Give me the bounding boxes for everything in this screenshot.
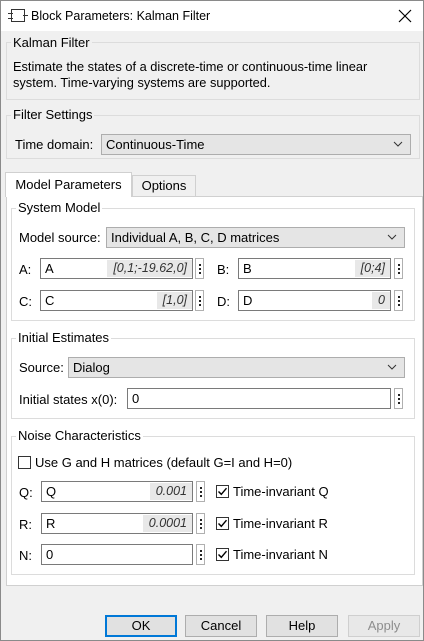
time-invariant-r-checkbox[interactable]: [216, 517, 229, 530]
source-label: Source:: [19, 360, 64, 375]
d-current-value: 0: [372, 292, 390, 309]
cancel-button[interactable]: Cancel: [185, 615, 257, 637]
window-title: Block Parameters: Kalman Filter: [31, 9, 211, 23]
r-label: R:: [19, 517, 32, 532]
b-matrix-field[interactable]: B [0;4]: [238, 258, 391, 279]
apply-button[interactable]: Apply: [348, 615, 420, 637]
time-domain-select[interactable]: Continuous-Time: [101, 134, 411, 155]
b-label: B:: [217, 262, 230, 277]
n-label: N:: [19, 548, 32, 563]
use-gh-checkbox[interactable]: [18, 456, 31, 469]
time-invariant-q-label: Time-invariant Q: [233, 484, 329, 499]
use-gh-label: Use G and H matrices (default G=I and H=…: [35, 455, 293, 470]
time-domain-label: Time domain:: [15, 137, 94, 152]
c-more-button[interactable]: [195, 290, 204, 311]
chevron-down-icon: [387, 234, 397, 240]
block-name-label: Kalman Filter: [11, 35, 92, 50]
time-domain-value: Continuous-Time: [106, 137, 205, 152]
checkmark-icon: [218, 519, 228, 528]
ok-button[interactable]: OK: [105, 615, 177, 637]
c-label: C:: [19, 294, 32, 309]
model-source-value: Individual A, B, C, D matrices: [111, 230, 280, 245]
tab-model-parameters[interactable]: Model Parameters: [5, 172, 132, 197]
chevron-down-icon: [387, 364, 397, 370]
time-invariant-q-checkbox[interactable]: [216, 485, 229, 498]
a-matrix-field[interactable]: A [0,1;-19.62,0]: [40, 258, 193, 279]
n-more-button[interactable]: [196, 544, 205, 565]
initial-source-select[interactable]: Dialog: [68, 357, 405, 378]
chevron-down-icon: [393, 141, 403, 147]
simulink-block-icon: [8, 9, 28, 22]
r-more-button[interactable]: [196, 513, 205, 534]
d-matrix-field[interactable]: D 0: [238, 290, 391, 311]
time-invariant-r-label: Time-invariant R: [233, 516, 328, 531]
time-invariant-n-label: Time-invariant N: [233, 547, 328, 562]
noise-characteristics-label: Noise Characteristics: [16, 428, 143, 443]
checkmark-icon: [218, 487, 228, 496]
time-invariant-n-checkbox[interactable]: [216, 548, 229, 561]
q-current-value: 0.001: [149, 483, 192, 500]
c-current-value: [1,0]: [156, 292, 192, 309]
close-icon[interactable]: [393, 4, 417, 28]
r-current-value: 0.0001: [142, 515, 192, 532]
model-source-label: Model source:: [19, 230, 101, 245]
d-label: D:: [217, 294, 230, 309]
q-field[interactable]: Q 0.001: [41, 481, 193, 502]
q-label: Q:: [19, 485, 33, 500]
tab-options[interactable]: Options: [132, 175, 196, 196]
a-more-button[interactable]: [195, 258, 204, 279]
a-current-value: [0,1;-19.62,0]: [107, 260, 192, 277]
n-field[interactable]: 0: [41, 544, 193, 565]
dialog-window: Block Parameters: Kalman Filter Kalman F…: [0, 0, 424, 641]
b-current-value: [0;4]: [354, 260, 390, 277]
initial-estimates-label: Initial Estimates: [16, 330, 112, 345]
title-bar[interactable]: Block Parameters: Kalman Filter: [1, 1, 423, 31]
d-more-button[interactable]: [394, 290, 403, 311]
r-field[interactable]: R 0.0001: [41, 513, 193, 534]
system-model-label: System Model: [16, 200, 103, 215]
model-source-select[interactable]: Individual A, B, C, D matrices: [106, 227, 405, 248]
initial-states-field[interactable]: 0: [127, 388, 391, 409]
filter-settings-label: Filter Settings: [11, 107, 95, 122]
block-description: Estimate the states of a discrete-time o…: [13, 59, 368, 90]
initial-states-more-button[interactable]: [394, 388, 403, 409]
a-label: A:: [19, 262, 32, 277]
initial-states-label: Initial states x(0):: [19, 392, 118, 407]
initial-source-value: Dialog: [73, 360, 110, 375]
help-button[interactable]: Help: [266, 615, 338, 637]
q-more-button[interactable]: [196, 481, 205, 502]
checkmark-icon: [218, 550, 228, 559]
c-matrix-field[interactable]: C [1,0]: [40, 290, 193, 311]
b-more-button[interactable]: [394, 258, 403, 279]
